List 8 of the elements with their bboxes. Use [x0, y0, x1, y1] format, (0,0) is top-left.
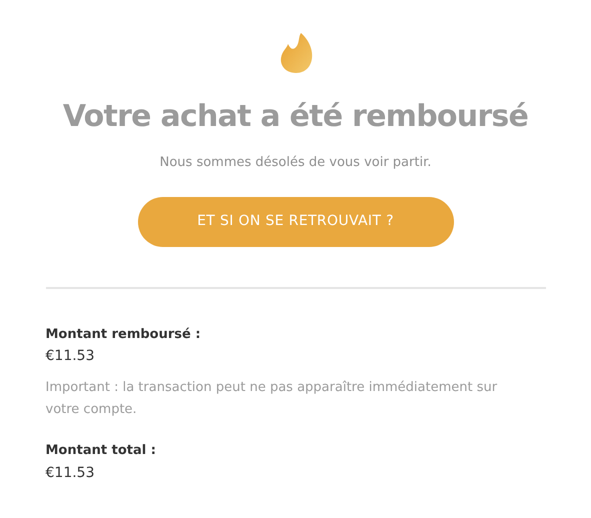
amount-label: Montant remboursé :: [46, 326, 202, 344]
note-text: Important : la transaction peut ne pas apparaître immédiatement sur votre compte.: [46, 379, 498, 419]
subtitle: Nous sommes désolés de vous voir partir.: [160, 154, 432, 172]
amount-value: €11.53: [46, 347, 96, 366]
reconnect-button[interactable]: ET SI ON SE RETROUVAIT ?: [138, 196, 454, 246]
amount-value: €11.53: [46, 464, 96, 482]
page-title: Votre achat a été remboursé: [62, 98, 528, 136]
amount-label: Montant total :: [46, 442, 157, 460]
